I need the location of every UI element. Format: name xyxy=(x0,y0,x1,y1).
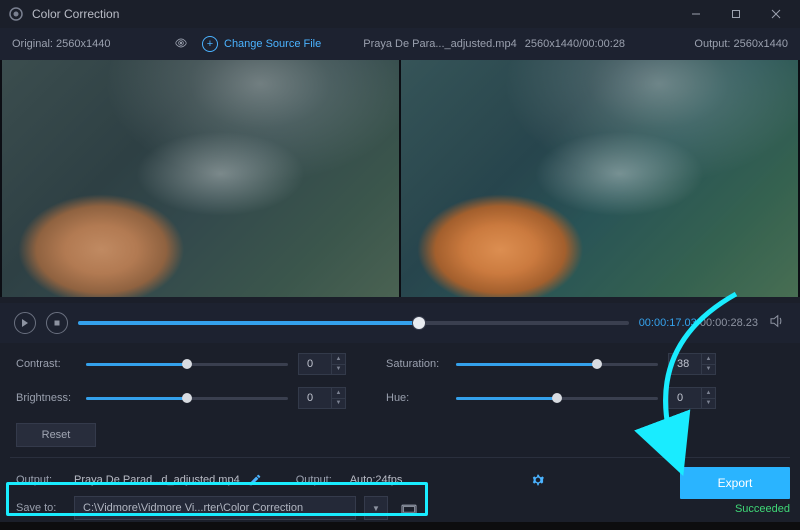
play-button[interactable] xyxy=(14,312,36,334)
current-time: 00:00:17.03 xyxy=(639,317,697,329)
current-file-info: Praya De Para..._adjusted.mp4 2560x1440/… xyxy=(363,38,625,50)
preview-toggle-icon[interactable] xyxy=(172,36,190,53)
spin-down-icon[interactable]: ▼ xyxy=(702,365,715,375)
spin-up-icon[interactable]: ▲ xyxy=(332,354,345,365)
preview-area xyxy=(0,60,800,297)
save-to-path-input[interactable]: C:\Vidmore\Vidmore Vi...rter\Color Corre… xyxy=(74,496,356,520)
spin-up-icon[interactable]: ▲ xyxy=(702,354,715,365)
spin-up-icon[interactable]: ▲ xyxy=(702,388,715,399)
edit-filename-icon[interactable] xyxy=(248,473,262,487)
time-display: 00:00:17.03/00:00:28.23 xyxy=(639,317,758,329)
output-format-value: Auto;24fps xyxy=(350,474,403,486)
contrast-label: Contrast: xyxy=(16,358,76,370)
original-res-value: 2560x1440 xyxy=(56,38,110,50)
output-resolution: Output: 2560x1440 xyxy=(694,38,788,50)
file-duration: 00:00:28 xyxy=(582,38,625,50)
saturation-slider[interactable] xyxy=(456,363,658,366)
adjustments-panel: Contrast: 0▲▼ Brightness: 0▲▼ Reset Satu… xyxy=(0,343,800,457)
hue-row: Hue: 0▲▼ xyxy=(386,387,716,409)
minimize-button[interactable] xyxy=(676,0,716,28)
reset-button[interactable]: Reset xyxy=(16,423,96,447)
save-to-row: Save to: C:\Vidmore\Vidmore Vi...rter\Co… xyxy=(16,494,784,522)
file-name: Praya De Para..._adjusted.mp4 xyxy=(363,38,516,50)
maximize-button[interactable] xyxy=(716,0,756,28)
output-res-value: 2560x1440 xyxy=(734,38,788,50)
original-resolution: Original: 2560x1440 xyxy=(12,38,160,50)
contrast-input[interactable]: 0▲▼ xyxy=(298,353,346,375)
output-label: Output: xyxy=(694,38,730,50)
contrast-slider[interactable] xyxy=(86,363,288,366)
spin-down-icon[interactable]: ▼ xyxy=(332,365,345,375)
output-file-label: Output: xyxy=(16,474,66,486)
timeline-slider[interactable] xyxy=(78,321,629,325)
app-logo-icon xyxy=(8,6,24,22)
app-title: Color Correction xyxy=(32,7,119,21)
open-folder-icon[interactable] xyxy=(396,496,422,520)
hue-label: Hue: xyxy=(386,392,446,404)
playback-bar: 00:00:17.03/00:00:28.23 xyxy=(0,303,800,343)
file-resolution: 2560x1440 xyxy=(525,38,579,50)
titlebar: Color Correction xyxy=(0,0,800,28)
window-controls xyxy=(676,0,796,28)
change-source-label: Change Source File xyxy=(224,38,321,50)
output-settings-icon[interactable] xyxy=(530,472,546,488)
close-button[interactable] xyxy=(756,0,796,28)
output-file-row: Output: Praya De Parad...d_adjusted.mp4 … xyxy=(16,466,784,494)
volume-icon[interactable] xyxy=(768,312,786,335)
contrast-row: Contrast: 0▲▼ xyxy=(16,353,346,375)
saturation-row: Saturation: 38▲▼ xyxy=(386,353,716,375)
brightness-row: Brightness: 0▲▼ xyxy=(16,387,346,409)
app-window: Color Correction Original: 2560x1440 + C… xyxy=(0,0,800,522)
spin-down-icon[interactable]: ▼ xyxy=(702,399,715,409)
output-file-name: Praya De Parad...d_adjusted.mp4 xyxy=(74,474,240,486)
brightness-label: Brightness: xyxy=(16,392,76,404)
spin-up-icon[interactable]: ▲ xyxy=(332,388,345,399)
save-to-dropdown[interactable]: ▼ xyxy=(364,496,388,520)
adjusted-preview xyxy=(401,60,798,297)
saturation-input[interactable]: 38▲▼ xyxy=(668,353,716,375)
duration-time: 00:00:28.23 xyxy=(700,317,758,329)
saturation-label: Saturation: xyxy=(386,358,446,370)
plus-circle-icon: + xyxy=(202,36,218,52)
titlebar-left: Color Correction xyxy=(8,6,119,22)
output-format-label: Output: xyxy=(296,474,342,486)
change-source-button[interactable]: + Change Source File xyxy=(202,36,321,52)
hue-slider[interactable] xyxy=(456,397,658,400)
info-bar: Original: 2560x1440 + Change Source File… xyxy=(0,28,800,60)
spin-down-icon[interactable]: ▼ xyxy=(332,399,345,409)
hue-input[interactable]: 0▲▼ xyxy=(668,387,716,409)
export-status: Succeeded xyxy=(735,503,790,515)
brightness-input[interactable]: 0▲▼ xyxy=(298,387,346,409)
original-label: Original: xyxy=(12,38,53,50)
stop-button[interactable] xyxy=(46,312,68,334)
export-area: Export Succeeded xyxy=(680,467,790,515)
brightness-slider[interactable] xyxy=(86,397,288,400)
save-to-label: Save to: xyxy=(16,502,66,514)
original-preview xyxy=(2,60,399,297)
export-button[interactable]: Export xyxy=(680,467,790,499)
